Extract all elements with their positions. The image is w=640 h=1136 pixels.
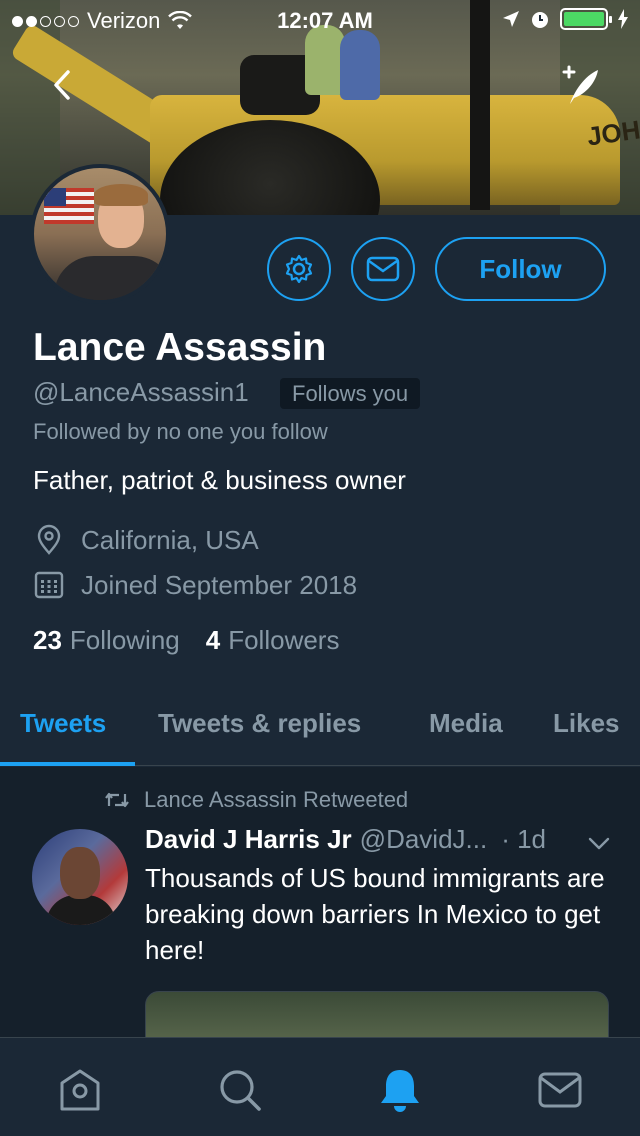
tweet-author-handle: @DavidJ... — [359, 824, 488, 854]
retweet-context: Lance Assassin Retweeted — [104, 787, 408, 813]
profile-name: Lance Assassin — [33, 326, 327, 369]
settings-button[interactable] — [267, 237, 331, 301]
status-right — [502, 8, 628, 30]
status-bar: Verizon 12:07 AM — [0, 0, 640, 40]
followers-count: 4 — [205, 625, 221, 655]
notifications-bell-icon — [381, 1070, 419, 1112]
gear-icon — [285, 254, 313, 284]
battery-icon — [560, 8, 612, 30]
nav-home-button[interactable] — [56, 1066, 104, 1114]
active-tab-indicator — [0, 762, 135, 766]
tweet-text: Thousands of US bound immigrants are bre… — [145, 863, 605, 965]
profile-location: California, USA — [33, 524, 259, 556]
follow-button[interactable]: Follow — [435, 237, 606, 301]
followers-label: Followers — [228, 625, 340, 655]
location-arrow-icon — [503, 11, 519, 27]
direct-message-button[interactable] — [351, 237, 415, 301]
home-icon — [60, 1069, 100, 1111]
search-icon — [220, 1070, 261, 1111]
avatar-shirt — [54, 256, 166, 300]
location-text: California, USA — [81, 524, 259, 555]
back-button[interactable] — [40, 62, 86, 108]
follow-counts: 23 Following 4 Followers — [33, 625, 339, 656]
compose-tweet-button[interactable] — [556, 62, 604, 110]
nav-notifications-button[interactable] — [376, 1066, 424, 1114]
avatar-body — [46, 895, 116, 925]
profile-avatar[interactable] — [30, 164, 170, 304]
followers-link[interactable]: 4 Followers — [206, 625, 340, 656]
profile-bio: Father, patriot & business owner — [33, 465, 406, 495]
profile-handle: @LanceAssassin1 — [33, 377, 249, 407]
retweet-label: Lance Assassin Retweeted — [144, 787, 409, 812]
joined-text: Joined September 2018 — [81, 569, 358, 600]
tab-tweets-and-replies[interactable]: Tweets & replies — [158, 708, 361, 739]
alarm-clock-icon — [532, 12, 548, 28]
tab-tweets[interactable]: Tweets — [20, 708, 106, 739]
tab-media[interactable]: Media — [429, 708, 503, 739]
tab-likes[interactable]: Likes — [553, 708, 620, 739]
tweet-author-name[interactable]: David J Harris Jr — [145, 824, 352, 855]
avatar-face — [60, 847, 100, 899]
tweet-media-preview[interactable] — [145, 991, 609, 1037]
compose-tweet-icon — [562, 65, 598, 104]
following-label: Following — [69, 625, 180, 655]
nav-search-button[interactable] — [216, 1066, 264, 1114]
followed-by-text[interactable]: Followed by no one you follow — [33, 419, 328, 445]
profile-tabs: Tweets Tweets & replies Media Likes — [0, 690, 640, 766]
tweet-card[interactable]: Lance Assassin Retweeted David J Harris … — [0, 767, 640, 1037]
tweet-author-avatar[interactable] — [32, 829, 128, 925]
calendar-icon — [34, 571, 64, 599]
location-pin-icon — [37, 524, 61, 555]
chevron-down-icon[interactable] — [586, 833, 612, 853]
messages-envelope-icon — [538, 1072, 582, 1108]
envelope-icon — [366, 256, 400, 282]
follows-you-badge: Follows you — [280, 378, 421, 409]
avatar-hair — [94, 184, 148, 206]
nav-messages-button[interactable] — [536, 1066, 584, 1114]
following-count: 23 — [33, 625, 62, 655]
tweet-header: David J Harris Jr @DavidJ... · 1d — [145, 824, 615, 855]
charging-bolt-icon — [618, 9, 628, 29]
following-link[interactable]: 23 Following — [33, 625, 180, 656]
american-flag — [44, 188, 94, 224]
bottom-tab-bar — [0, 1037, 640, 1136]
profile-joined: Joined September 2018 — [33, 569, 357, 601]
child-figure — [340, 30, 380, 100]
tweet-timestamp: · 1d — [501, 824, 547, 854]
retweet-icon — [105, 792, 129, 808]
chevron-left-icon — [54, 70, 70, 100]
